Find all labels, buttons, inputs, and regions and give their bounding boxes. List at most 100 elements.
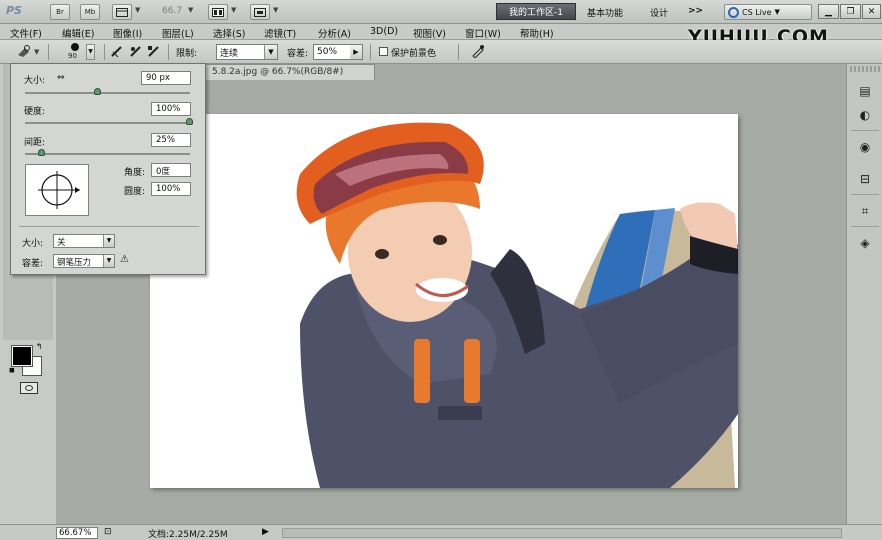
limits-label: 限制: — [176, 49, 198, 59]
brush-panel-divider — [19, 226, 199, 227]
angle-field[interactable]: 0度 — [151, 163, 191, 177]
mini-bridge-button[interactable]: Mb — [80, 4, 100, 20]
brush-size-slider[interactable] — [25, 92, 190, 94]
background-eraser-icon — [18, 45, 30, 57]
tolerance-slider-icon: ▶ — [350, 45, 362, 59]
tool-preset-dropdown-icon[interactable]: ▼ — [34, 48, 39, 56]
scrubby-cursor-icon: ⇔ — [57, 73, 65, 83]
transform-panel-button[interactable]: ⌗ — [854, 200, 876, 222]
limits-select-arrow-icon: ▼ — [264, 45, 277, 59]
adjustments-panel-button[interactable]: ⊟ — [854, 168, 876, 190]
swap-colors-icon[interactable]: ↰ — [36, 342, 43, 351]
tolerance-control-arrow-icon: ▼ — [103, 255, 114, 267]
sampling-once-button[interactable] — [128, 44, 144, 60]
brush-size-readout: 90 — [68, 52, 77, 60]
sampling-background-swatch-button[interactable] — [146, 44, 162, 60]
navigator-panel-button[interactable]: ◐ — [854, 104, 876, 126]
tolerance-control-value: 钢笔压力 — [57, 258, 92, 268]
menu-file[interactable]: 文件(F) — [10, 26, 42, 40]
quick-mask-icon — [25, 385, 33, 391]
menu-layer[interactable]: 图层(L) — [162, 26, 194, 40]
brush-picker-dropdown[interactable]: ▼ — [86, 44, 95, 60]
workspace-design[interactable]: 设计 — [650, 6, 668, 19]
sampling-continuous-button[interactable] — [110, 44, 126, 60]
protect-foreground-checkbox[interactable] — [379, 47, 388, 56]
brush-size-field[interactable]: 90 px — [141, 71, 191, 85]
layers-panel-button[interactable]: ◈ — [854, 232, 876, 254]
arrange-dropdown-icon[interactable]: ▼ — [231, 6, 236, 14]
tablet-pressure-icon — [472, 45, 484, 59]
document-tab[interactable]: 5.8.2a.jpg @ 66.7%(RGB/8#) — [205, 64, 375, 80]
quick-mask-button[interactable] — [20, 382, 38, 394]
application-bar: PS Br Mb ▼ 66.7 ▼ ▼ ▼ 我的工作区-1 基本功能 设计 >>… — [0, 0, 882, 24]
default-colors-icon[interactable]: ◼ — [9, 366, 15, 374]
brush-tip-icon — [71, 43, 79, 51]
close-icon: ✕ — [867, 6, 876, 17]
menu-window[interactable]: 窗口(W) — [465, 26, 501, 40]
menu-edit[interactable]: 编辑(E) — [62, 26, 94, 40]
menu-image[interactable]: 图像(I) — [113, 26, 142, 40]
navigator-icon: ◐ — [859, 108, 871, 122]
hardness-slider-thumb[interactable] — [186, 118, 193, 125]
dock-grip[interactable] — [850, 66, 880, 72]
hardness-slider[interactable] — [25, 122, 190, 124]
options-bar: ▼ 90 ▼ 限制: 连续 ▼ 容差: 50% ▶ 保护前景色 — [0, 40, 882, 64]
tolerance-slider-button[interactable]: ▶ — [350, 44, 363, 60]
size-control-arrow-icon: ▼ — [103, 235, 114, 247]
limits-select[interactable]: 连续 ▼ — [216, 44, 278, 60]
brush-picker[interactable]: 90 — [62, 42, 88, 62]
tolerance-control-select[interactable]: 钢笔压力 ▼ — [53, 254, 115, 268]
size-control-select[interactable]: 关 ▼ — [53, 234, 115, 248]
menu-analysis[interactable]: 分析(A) — [318, 26, 351, 40]
arrange-documents-button[interactable] — [208, 4, 228, 20]
styles-icon: ◉ — [859, 140, 871, 154]
screen-mode-dropdown-icon[interactable]: ▼ — [273, 6, 278, 14]
brush-size-label: 大小: — [24, 76, 46, 86]
horizontal-scrollbar[interactable] — [282, 528, 842, 538]
roundness-field[interactable]: 100% — [151, 182, 191, 196]
status-menu-arrow-icon[interactable]: ▶ — [262, 527, 269, 537]
minimize-button[interactable]: ▁ — [818, 4, 839, 19]
foreground-color-swatch[interactable] — [11, 345, 33, 367]
workspace-active-button[interactable]: 我的工作区-1 — [496, 3, 576, 20]
snowboarder-photo — [296, 122, 738, 488]
more-workspaces-button[interactable]: >> — [688, 6, 703, 16]
cs-live-icon — [728, 6, 739, 18]
tablet-pressure-button[interactable] — [470, 44, 486, 60]
cs-live-dropdown-icon: ▼ — [774, 8, 780, 16]
screen-mode-button[interactable] — [250, 4, 270, 20]
eyedropper-once-icon — [130, 46, 141, 57]
workspace-essentials[interactable]: 基本功能 — [587, 6, 623, 19]
size-control-value: 关 — [57, 238, 66, 248]
status-zoom-field[interactable]: 66.67% — [56, 527, 98, 539]
zoom-level[interactable]: 66.7 — [162, 6, 182, 16]
menu-3d[interactable]: 3D(D) — [370, 26, 398, 37]
restore-button[interactable]: ❐ — [840, 4, 861, 19]
status-info-icon[interactable]: ⊡ — [104, 527, 112, 537]
image-canvas[interactable] — [150, 114, 738, 488]
brush-size-slider-thumb[interactable] — [93, 88, 101, 95]
minimize-icon: ▁ — [825, 6, 832, 17]
brush-tip-preview[interactable] — [25, 164, 89, 216]
histogram-panel-button[interactable]: ▤ — [854, 80, 876, 102]
close-button[interactable]: ✕ — [862, 4, 881, 19]
menu-view[interactable]: 视图(V) — [413, 26, 446, 40]
tool-preset-picker[interactable] — [16, 44, 32, 60]
tolerance-label: 容差: — [287, 49, 309, 59]
tolerance-control-label: 容差: — [22, 259, 44, 269]
styles-panel-button[interactable]: ◉ — [854, 136, 876, 158]
spacing-slider-thumb[interactable] — [37, 149, 45, 156]
view-extras-button[interactable] — [112, 4, 132, 20]
cs-live-button[interactable]: CS Live ▼ — [724, 4, 812, 20]
spacing-slider[interactable] — [25, 153, 190, 155]
menu-help[interactable]: 帮助(H) — [520, 26, 554, 40]
menu-filter[interactable]: 滤镜(T) — [264, 26, 296, 40]
hardness-field[interactable]: 100% — [151, 102, 191, 116]
cs-live-label: CS Live — [742, 7, 772, 17]
bridge-button[interactable]: Br — [50, 4, 70, 20]
view-extras-dropdown-icon[interactable]: ▼ — [135, 6, 140, 14]
spacing-field[interactable]: 25% — [151, 133, 191, 147]
zoom-dropdown-icon[interactable]: ▼ — [188, 6, 193, 14]
tolerance-input[interactable]: 50% — [313, 44, 351, 60]
menu-select[interactable]: 选择(S) — [213, 26, 245, 40]
